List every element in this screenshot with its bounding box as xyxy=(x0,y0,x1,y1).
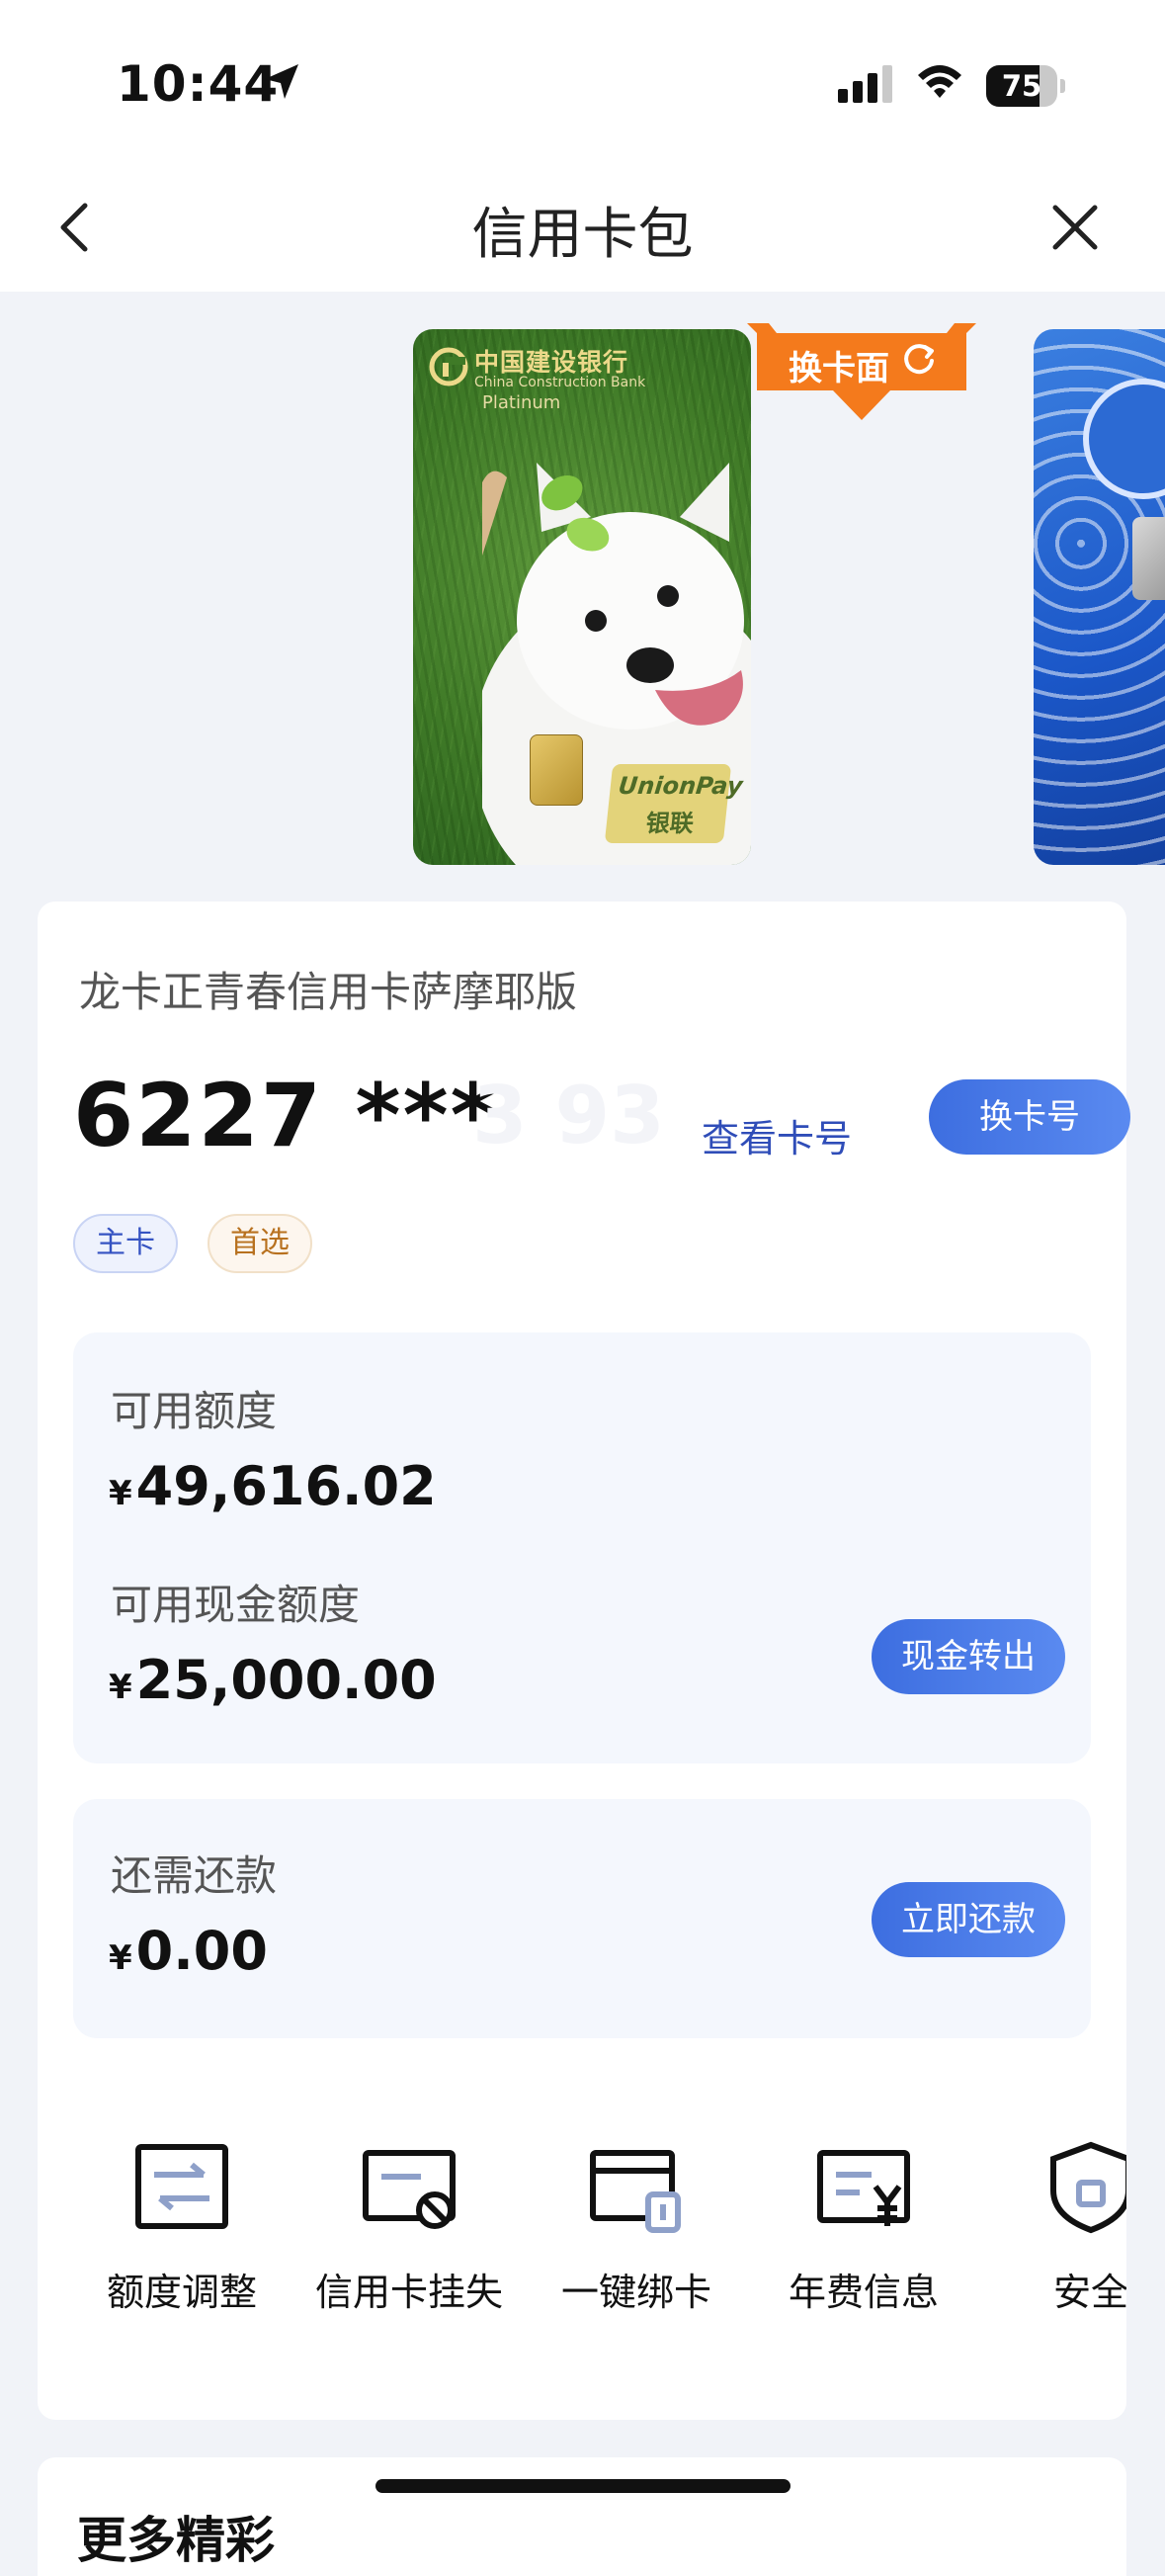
home-indicator[interactable] xyxy=(375,2479,791,2493)
cellular-signal-icon xyxy=(838,65,892,103)
quick-action-card-loss[interactable]: 信用卡挂失 xyxy=(310,2137,508,2335)
card-tier: Platinum xyxy=(482,392,561,413)
next-card-preview[interactable] xyxy=(1034,329,1165,865)
cash-limit-label: 可用现金额度 xyxy=(111,1581,361,1629)
security-shield-icon xyxy=(1050,2141,1126,2234)
card-chip xyxy=(1132,517,1165,600)
currency-symbol: ¥ xyxy=(109,1474,132,1513)
battery-percent: 75 xyxy=(1001,69,1042,103)
more-section-title: 更多精彩 xyxy=(77,2512,275,2569)
status-bar: 10:44 75 xyxy=(0,0,1165,168)
annual-fee-icon xyxy=(817,2150,910,2226)
view-card-number-link[interactable]: 查看卡号 xyxy=(702,1108,852,1162)
unionpay-en: UnionPay xyxy=(617,772,744,800)
bank-name-cn: 中国建设银行 xyxy=(474,348,629,377)
repayment-due-amount: ¥0.00 xyxy=(109,1920,268,1982)
repayment-due-value: 0.00 xyxy=(135,1920,268,1982)
navigation-bar: 信用卡包 xyxy=(0,168,1165,292)
currency-symbol: ¥ xyxy=(109,1938,132,1978)
quick-action-label: 一键绑卡 xyxy=(560,2271,711,2314)
unionpay-cn: 银联 xyxy=(644,810,696,837)
card-number-masked: 6227 *** xyxy=(73,1065,498,1166)
cash-limit-amount: ¥25,000.00 xyxy=(109,1649,437,1711)
limit-adjust-icon xyxy=(135,2144,228,2229)
cash-out-button[interactable]: 现金转出 xyxy=(872,1619,1065,1694)
more-section-panel: 更多精彩 xyxy=(38,2457,1126,2576)
available-limit-value: 49,616.02 xyxy=(135,1455,437,1517)
quick-action-label: 信用卡挂失 xyxy=(314,2271,503,2314)
quick-action-label: 安全 xyxy=(1052,2271,1126,2314)
swap-card-face-label[interactable]: 换卡面 xyxy=(789,341,889,389)
card-detail-panel: 龙卡正青春信用卡萨摩耶版 6227 *** 3 93 查看卡号 换卡号 主卡 首… xyxy=(38,902,1130,2420)
quick-action-bind-card[interactable]: 一键绑卡 xyxy=(538,2137,735,2335)
battery-cap xyxy=(1060,79,1065,93)
cash-limit-value: 25,000.00 xyxy=(135,1649,437,1711)
card-product-name: 龙卡正青春信用卡萨摩耶版 xyxy=(79,968,578,1016)
status-time: 10:44 xyxy=(117,55,280,113)
battery-indicator: 75 xyxy=(986,65,1065,107)
repayment-box: 还需还款 ¥0.00 立即还款 xyxy=(73,1799,1091,2038)
currency-symbol: ¥ xyxy=(109,1668,132,1707)
page-title: 信用卡包 xyxy=(471,203,694,267)
card-number-tail: 3 93 xyxy=(472,1070,665,1161)
quick-actions-row[interactable]: 额度调整 信用卡挂失 一键绑卡 年费信息 安全 xyxy=(38,2137,1126,2335)
quick-action-annual-fee[interactable]: 年费信息 xyxy=(765,2137,962,2335)
bind-card-icon xyxy=(590,2150,681,2233)
refresh-icon[interactable] xyxy=(899,339,939,379)
quick-action-limit-adjust[interactable]: 额度调整 xyxy=(83,2137,281,2335)
close-icon[interactable] xyxy=(1045,198,1105,257)
limit-summary-box: 可用额度 ¥49,616.02 可用现金额度 ¥25,000.00 现金转出 xyxy=(73,1332,1091,1763)
quick-action-label: 年费信息 xyxy=(788,2271,939,2314)
card-chip xyxy=(530,734,583,806)
card-carousel[interactable]: 中国建设银行 China Construction Bank Platinum … xyxy=(0,292,1165,895)
repayment-due-label: 还需还款 xyxy=(111,1851,278,1900)
ccb-logo-icon xyxy=(429,347,468,386)
unionpay-logo: UnionPay 银联 xyxy=(604,764,744,843)
bank-name-en: China Construction Bank xyxy=(474,375,646,390)
card-loss-icon xyxy=(363,2150,456,2229)
credit-card-image[interactable]: 中国建设银行 China Construction Bank Platinum … xyxy=(413,329,751,865)
quick-action-label: 额度调整 xyxy=(106,2271,257,2314)
repay-now-button[interactable]: 立即还款 xyxy=(872,1882,1065,1957)
quick-action-security[interactable]: 安全 xyxy=(992,2137,1126,2335)
primary-card-tag: 主卡 xyxy=(73,1214,178,1273)
preferred-card-tag: 首选 xyxy=(208,1214,312,1273)
wifi-icon xyxy=(918,65,961,98)
location-arrow-icon xyxy=(265,64,298,99)
available-limit-label: 可用额度 xyxy=(111,1387,278,1435)
swap-card-number-button[interactable]: 换卡号 xyxy=(929,1079,1130,1155)
available-limit-amount: ¥49,616.02 xyxy=(109,1455,437,1517)
